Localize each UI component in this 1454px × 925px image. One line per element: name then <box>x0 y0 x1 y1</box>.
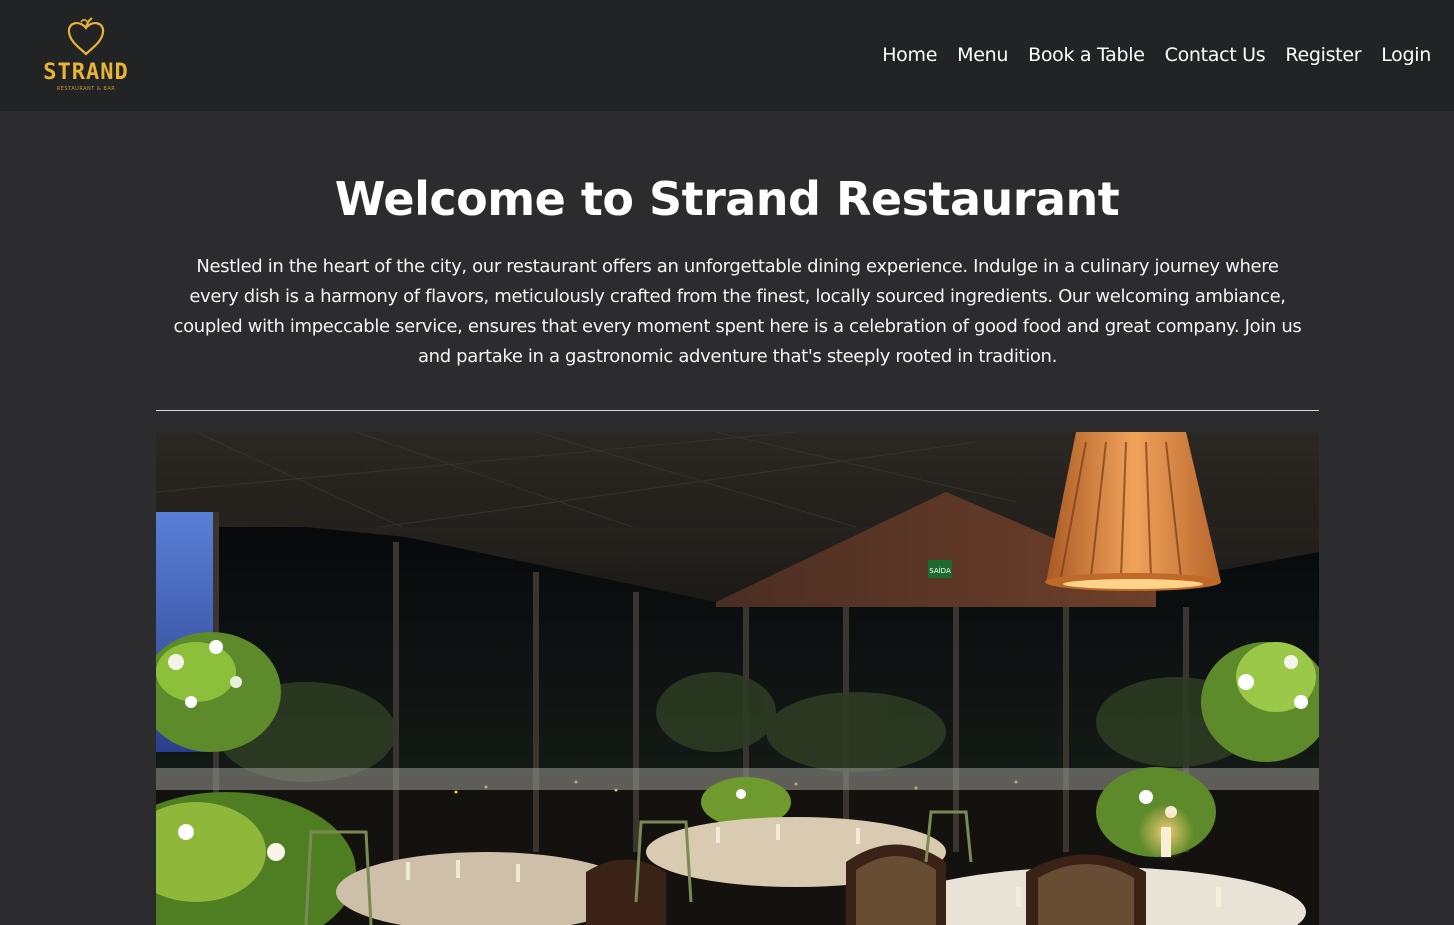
main-nav: Home Menu Book a Table Contact Us Regist… <box>882 40 1431 70</box>
nav-link-register[interactable]: Register <box>1285 40 1361 70</box>
brand-wordmark: STRAND <box>43 60 129 85</box>
brand-tagline: RESTAURANT & BAR <box>56 86 116 92</box>
page-title: Welcome to Strand Restaurant <box>334 172 1120 226</box>
brand-logo[interactable]: STRAND RESTAURANT & BAR <box>36 16 136 96</box>
restaurant-interior-photo: SAÍDA <box>156 432 1319 925</box>
heart-apple-icon <box>67 17 105 56</box>
exit-sign-text: SAÍDA <box>929 566 951 575</box>
nav-link-home[interactable]: Home <box>882 40 937 70</box>
nav-link-contact-us[interactable]: Contact Us <box>1165 40 1266 70</box>
nav-link-book-a-table[interactable]: Book a Table <box>1028 40 1145 70</box>
nav-link-login[interactable]: Login <box>1381 40 1431 70</box>
section-divider <box>156 410 1319 411</box>
top-navbar: STRAND RESTAURANT & BAR Home Menu Book a… <box>0 0 1454 111</box>
nav-link-menu[interactable]: Menu <box>957 40 1008 70</box>
restaurant-interior-illustration: SAÍDA <box>156 432 1319 925</box>
intro-paragraph: Nestled in the heart of the city, our re… <box>173 256 1302 367</box>
